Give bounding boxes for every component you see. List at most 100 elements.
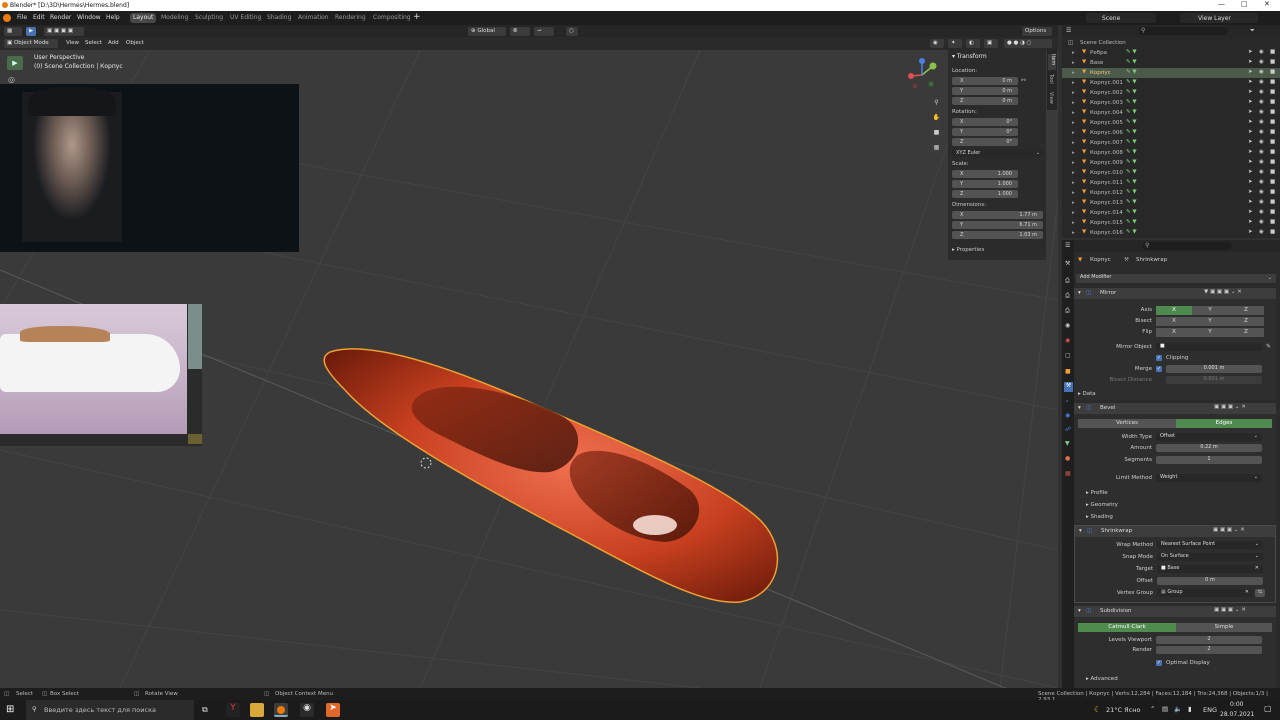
menu-render[interactable]: Render [50,14,71,21]
scale-z-field[interactable]: Z 1.000 [952,190,1018,198]
pan-hand-icon[interactable]: ✋ [931,112,942,123]
render-camera-icon[interactable]: ■ [1270,109,1275,115]
clock-time[interactable]: 0:00 [1230,701,1243,708]
render-camera-icon[interactable]: ■ [1270,149,1275,155]
bevel-edges-toggle[interactable]: Edges [1176,419,1272,428]
transform-header[interactable]: ▾ Transform [952,53,987,60]
invert-vertex-group-icon[interactable]: ⇆ [1255,589,1265,597]
shrinkwrap-header[interactable]: ▾ ◫ Shrinkwrap ▣ ▣ ▣ ⌄ ✕ [1075,526,1275,537]
expand-arrow-icon[interactable]: ▸ [1072,190,1075,196]
outliner-item[interactable]: ▸ ▼ Корпус.010 ✎ ▼ ➤ ◉ ■ [1062,168,1280,178]
expand-arrow-icon[interactable]: ▸ [1072,80,1075,86]
add-workspace-icon[interactable]: + [413,12,421,22]
object-tab-icon[interactable]: ■ [1065,368,1071,375]
render-camera-icon[interactable]: ■ [1270,229,1275,235]
properties-subpanel[interactable]: ▸ Properties [952,247,984,253]
view-layer-tab-icon[interactable]: ⎙ [1065,307,1070,315]
boat-hull-object[interactable] [323,348,779,604]
texture-tab-icon[interactable]: ▦ [1065,470,1071,477]
clock-date[interactable]: 28.07.2021 [1220,711,1254,718]
visibility-eye-icon[interactable]: ◉ [1259,69,1264,75]
select-mode-buttons[interactable]: ▣ ▣ ▣ ▣ [44,27,84,36]
restrict-select-icon[interactable]: ➤ [1248,99,1253,105]
outliner-item[interactable]: ▸ ▼ Корпус.006 ✎ ▼ ➤ ◉ ■ [1062,128,1280,138]
outliner-item[interactable]: ▸ ▼ Корпус.015 ✎ ▼ ➤ ◉ ■ [1062,218,1280,228]
simple-toggle[interactable]: Simple [1176,623,1272,632]
battery-icon[interactable]: ▮ [1188,705,1192,713]
dimensions-z-field[interactable]: Z 1.03 m [952,231,1043,239]
render-tab-icon[interactable]: ⎙ [1065,277,1070,285]
rotation-z-field[interactable]: Z 0° [952,138,1018,146]
restrict-select-icon[interactable]: ➤ [1248,189,1253,195]
location-z-field[interactable]: Z0 m [952,97,1018,105]
visibility-eye-icon[interactable]: ◉ [1259,219,1264,225]
restrict-select-icon[interactable]: ➤ [1248,169,1253,175]
options-button[interactable]: Options [1022,27,1052,36]
expand-arrow-icon[interactable]: ▸ [1072,100,1075,106]
bevel-profile-subpanel[interactable]: ▸ Profile [1086,490,1108,496]
visibility-eye-icon[interactable]: ◉ [1259,119,1264,125]
expand-arrow-icon[interactable]: ▸ [1072,180,1075,186]
scene-tab-icon[interactable]: ◉ [1065,322,1070,329]
expand-arrow-icon[interactable]: ▸ [1072,200,1075,206]
visibility-eye-icon[interactable]: ◉ [1259,179,1264,185]
modifier-tab-icon[interactable]: ⚒ [1064,382,1073,392]
tab-rendering[interactable]: Rendering [332,13,369,23]
filter-icon[interactable]: ⏷ [1250,27,1255,35]
properties-search[interactable]: ⚲ [1142,242,1232,250]
outliner-root[interactable]: ◫ Scene Collection [1062,38,1280,48]
network-icon[interactable]: ▤ [1162,705,1168,713]
render-camera-icon[interactable]: ■ [1270,189,1275,195]
merge-distance-field[interactable]: 0.001 m [1166,365,1262,373]
render-camera-icon[interactable]: ■ [1270,49,1275,55]
snap-mode-dropdown[interactable]: On Surface ⌄ [1157,553,1263,561]
menu-select[interactable]: Select [85,40,102,46]
shrinkwrap-target-field[interactable]: ■ Base ✕ [1157,565,1263,573]
tab-modeling[interactable]: Modeling [158,13,191,23]
expand-arrow-icon[interactable]: ▸ [1072,130,1075,136]
outliner-item[interactable]: ▸ ▼ Корпус.008 ✎ ▼ ➤ ◉ ■ [1062,148,1280,158]
expand-arrow-icon[interactable]: ▸ [1072,210,1075,216]
outliner-item[interactable]: ▸ ▼ Корпус.009 ✎ ▼ ➤ ◉ ■ [1062,158,1280,168]
lock-icon[interactable]: ⚯ [1021,77,1026,84]
location-y-field[interactable]: Y0 m [952,87,1018,95]
scene-selector[interactable]: Scene [1086,13,1156,23]
bevel-amount-field[interactable]: 0.22 m [1156,444,1262,452]
rotation-mode-dropdown[interactable]: XYZ Euler ⌄ [952,149,1043,157]
zoom-icon[interactable]: ⚲ [931,97,942,108]
camera-icon[interactable]: ■ [931,127,942,138]
overlay-icon[interactable]: ◐ [966,39,980,48]
expand-arrow-icon[interactable]: ▸ [1072,60,1075,66]
visibility-eye-icon[interactable]: ◉ [1259,159,1264,165]
expand-arrow-icon[interactable]: ▸ [1072,50,1075,56]
render-camera-icon[interactable]: ■ [1270,79,1275,85]
render-levels-field[interactable]: 2 [1156,646,1262,654]
modifier-toggles[interactable]: ▼ ▣ ▣ ▣ ⌄ ✕ [1204,289,1242,295]
outliner-item[interactable]: ▸ ▼ Ребра ✎ ▼ ➤ ◉ ■ [1062,48,1280,58]
restrict-select-icon[interactable]: ➤ [1248,129,1253,135]
expand-arrow-icon[interactable]: ▸ [1072,160,1075,166]
bisect-distance-field[interactable]: 0.001 m [1166,376,1262,384]
visibility-eye-icon[interactable]: ◉ [1259,99,1264,105]
outliner-item[interactable]: ▸ ▼ Корпус.001 ✎ ▼ ➤ ◉ ■ [1062,78,1280,88]
ortho-grid-icon[interactable]: ▦ [931,142,942,153]
tab-item[interactable]: Item [1048,54,1056,70]
optimal-display-checkbox[interactable]: ✓ [1156,660,1162,666]
bisect-z-toggle[interactable]: Z [1228,317,1264,326]
render-camera-icon[interactable]: ■ [1270,169,1275,175]
axis-z-toggle[interactable]: Z [1228,306,1264,315]
flip-y-toggle[interactable]: Y [1192,328,1228,337]
taskbar-search[interactable]: ⚲ Введите здесь текст для поиска [26,700,194,720]
menu-object[interactable]: Object [126,40,144,46]
expand-arrow-icon[interactable]: ▸ [1072,150,1075,156]
restrict-select-icon[interactable]: ➤ [1248,209,1253,215]
bisect-x-toggle[interactable]: X [1156,317,1192,326]
visibility-eye-icon[interactable]: ◉ [1259,79,1264,85]
play-icon[interactable]: ▶ [7,56,23,70]
render-camera-icon[interactable]: ■ [1270,199,1275,205]
visibility-eye-icon[interactable]: ◉ [1259,59,1264,65]
cursor-tool-icon[interactable]: ◎ [8,75,15,84]
merge-checkbox[interactable]: ✓ [1156,366,1162,372]
levels-viewport-field[interactable]: 2 [1156,636,1262,644]
add-modifier-button[interactable]: Add Modifier ⌄ [1076,274,1276,283]
